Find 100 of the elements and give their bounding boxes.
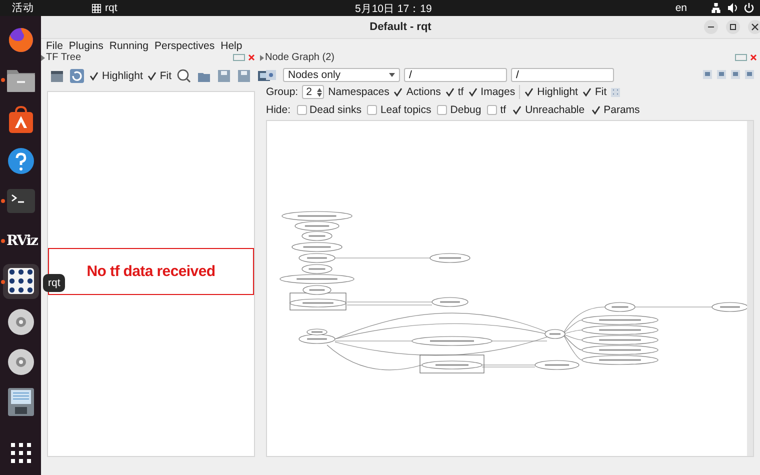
checkbox[interactable] [89, 71, 99, 81]
disc-icon[interactable] [6, 348, 34, 376]
dock-handle-icon [260, 54, 264, 60]
group-label: Group: [266, 86, 298, 98]
graph-node[interactable] [534, 360, 580, 370]
close-icon [750, 22, 760, 32]
graph-node[interactable] [544, 329, 566, 339]
checkbox-label: Actions [406, 86, 441, 98]
store-icon[interactable] [6, 106, 34, 134]
checkbox-label: Images [480, 86, 516, 98]
checkbox[interactable] [468, 87, 478, 97]
filter-field[interactable]: / [511, 68, 614, 82]
graph-node[interactable] [582, 335, 658, 345]
graph-node[interactable] [582, 315, 658, 325]
menu-item[interactable]: File [46, 40, 63, 52]
checkbox[interactable] [146, 71, 157, 81]
checkbox-label: Leaf topics [380, 104, 432, 116]
grid-icon [92, 4, 101, 12]
graph-node[interactable] [302, 231, 332, 241]
checkbox[interactable] [367, 104, 378, 114]
clock[interactable]: 5月10日 17：19 [355, 2, 432, 16]
graph-node[interactable] [712, 302, 748, 312]
graph-node[interactable] [290, 298, 346, 308]
mode-dropdown[interactable]: Nodes only [283, 68, 400, 82]
graph-node[interactable] [430, 253, 470, 263]
graph-node[interactable] [302, 285, 332, 295]
app-menu[interactable]: rqt [105, 2, 118, 14]
checkbox[interactable] [582, 87, 592, 97]
graph-node[interactable] [298, 334, 336, 344]
checkbox[interactable] [590, 104, 601, 114]
checkbox-label: tf [500, 104, 506, 116]
activities-button[interactable]: 活动 [12, 1, 92, 15]
zoom-icon[interactable] [176, 68, 192, 84]
menu-item[interactable]: Running [109, 40, 148, 52]
close-icon[interactable] [750, 54, 757, 61]
filter-field[interactable]: / [404, 68, 507, 82]
checkbox-label: tf [458, 86, 464, 98]
fit-icon[interactable] [610, 88, 620, 96]
graph-node[interactable] [292, 242, 342, 252]
graph-node[interactable] [604, 302, 636, 312]
calendar-icon[interactable] [49, 68, 65, 84]
network-icon[interactable] [711, 3, 721, 13]
checkbox-label: Fit [594, 86, 607, 98]
graph-node[interactable] [412, 336, 492, 346]
language-indicator[interactable]: en [675, 2, 687, 14]
refresh-icon[interactable] [266, 70, 276, 80]
dropdown-value: Nodes only [288, 68, 342, 80]
checkbox[interactable] [393, 87, 404, 97]
checkbox[interactable] [487, 104, 498, 114]
grid-dots-icon[interactable] [8, 268, 34, 294]
checkbox[interactable] [512, 104, 522, 114]
graph-node[interactable] [582, 355, 658, 365]
checkbox[interactable] [437, 104, 448, 114]
graph-node[interactable] [294, 221, 340, 231]
save-as-icon[interactable] [236, 68, 252, 84]
disc-icon[interactable] [6, 308, 34, 336]
volume-icon[interactable] [727, 3, 738, 13]
panel-title: Node Graph (2) [265, 52, 334, 63]
group-spinbox[interactable]: 2 [302, 85, 324, 99]
checkbox-label: Params [604, 104, 640, 116]
checkbox-label: Fit [160, 70, 172, 82]
checkbox-label: Dead sinks [310, 104, 362, 116]
app-grid-icon[interactable] [10, 442, 30, 463]
graph-node[interactable] [298, 253, 336, 263]
graph-node[interactable] [280, 274, 354, 284]
checkbox[interactable] [444, 87, 455, 97]
menu-item[interactable]: Perspectives [154, 40, 215, 52]
checkbox-label: Namespaces [328, 86, 390, 98]
tooltip: rqt [43, 274, 66, 292]
panel-title: TF Tree [46, 52, 82, 63]
checkbox[interactable] [524, 87, 534, 97]
menu-item[interactable]: Plugins [68, 40, 104, 52]
window-title: Default - rqt [370, 21, 432, 33]
checkbox[interactable] [296, 104, 307, 114]
spin-arrows-icon [317, 88, 322, 96]
menu-item[interactable]: Help [220, 40, 242, 52]
checkbox-label: Unreachable [525, 104, 585, 116]
minimize-button[interactable] [704, 20, 718, 34]
graph-node[interactable] [582, 345, 658, 355]
checkbox-label: Highlight [102, 70, 143, 82]
graph-node[interactable] [582, 325, 658, 335]
browser-icon[interactable] [6, 26, 34, 54]
graph-node[interactable] [282, 211, 352, 221]
maximize-icon [728, 22, 738, 32]
maximize-button[interactable] [726, 20, 740, 34]
graph-node[interactable] [422, 360, 482, 370]
scrollbar[interactable] [747, 121, 753, 456]
hide-label: Hide: [266, 104, 291, 116]
graph-node[interactable] [302, 264, 332, 274]
help-icon[interactable] [6, 146, 34, 175]
dropdown-arrow-icon [389, 72, 395, 76]
power-icon[interactable] [744, 3, 754, 13]
rviz-logo[interactable]: RViz [6, 233, 38, 250]
terminal-icon[interactable] [6, 188, 34, 213]
checkbox-label: Highlight [537, 86, 578, 98]
close-button[interactable] [748, 20, 760, 34]
close-icon[interactable] [248, 54, 255, 61]
checkbox-label: Debug [450, 104, 482, 116]
graph-node[interactable] [306, 328, 328, 336]
graph-node[interactable] [432, 297, 468, 307]
